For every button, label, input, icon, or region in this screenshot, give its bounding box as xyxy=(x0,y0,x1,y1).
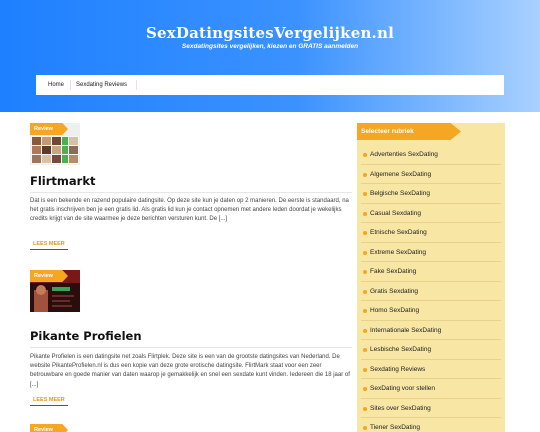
bullet-icon xyxy=(363,289,367,294)
bullet-icon xyxy=(363,231,367,235)
post-title[interactable]: Flirtmarkt xyxy=(30,174,95,188)
bullet-icon xyxy=(363,270,367,274)
bullet-icon xyxy=(363,153,367,157)
bullet-icon xyxy=(363,367,367,372)
sidebar-item-fake-sexdating[interactable]: Fake SexDating xyxy=(357,262,505,282)
nav-divider xyxy=(136,80,137,90)
sidebar-item-homo-sexdating[interactable]: Homo SexDating xyxy=(357,301,505,321)
site-tagline: Sexdatingsites vergelijken, kiezen en GR… xyxy=(181,43,359,50)
sidebar-item-sexdating-reviews[interactable]: Sexdating Reviews xyxy=(357,360,505,379)
nav-item-home[interactable]: Home xyxy=(48,75,64,95)
sidebar-item-advertenties-sexdating[interactable]: Advertenties SexDating xyxy=(357,145,505,165)
site-title[interactable]: SexDatingsitesVergelijken.nl xyxy=(0,24,540,42)
sidebar-item-label: Fake SexDating xyxy=(370,268,417,275)
sidebar-item-label: SexDating voor stellen xyxy=(370,385,436,392)
sidebar-item-label: Sites over SexDating xyxy=(370,404,431,412)
bullet-icon xyxy=(363,309,367,313)
bullet-icon xyxy=(363,348,367,352)
sidebar-item-label: Casual Sexdating xyxy=(370,209,421,217)
sidebar-item-label: Sexdating Reviews xyxy=(370,365,426,373)
sidebar-item-label: Belgische SexDating xyxy=(370,190,430,197)
sidebar-item-tiener-sexdating[interactable]: Tiener SexDating xyxy=(357,418,505,432)
sidebar-item-label: Internationale SexDating xyxy=(370,326,442,334)
review-badge: Review xyxy=(30,424,68,432)
post-excerpt: Pikante Profielen is een datingsite net … xyxy=(30,354,350,388)
bullet-icon xyxy=(363,211,367,216)
post-pikante-profielen: Review Pikante Profielen Pikante Profiel… xyxy=(30,270,352,410)
sidebar-item-extreme-sexdating[interactable]: Extreme SexDating xyxy=(357,243,505,262)
sidebar-item-algemene-sexdating[interactable]: Algemene SexDating xyxy=(357,165,505,184)
sidebar-item-etnische-sexdating[interactable]: Etnische SexDating xyxy=(357,223,505,243)
bullet-icon xyxy=(363,250,367,255)
nav-item-sexdating-reviews[interactable]: Sexdating Reviews xyxy=(76,75,127,95)
bullet-icon xyxy=(363,426,367,430)
category-sidebar: Selecteer rubriek Advertenties SexDating… xyxy=(357,123,505,432)
sidebar-item-label: Gratis Sexdating xyxy=(370,287,419,295)
main-navigation: Home Sexdating Reviews xyxy=(36,75,504,95)
sidebar-item-lesbische-sexdating[interactable]: Lesbische SexDating xyxy=(357,340,505,360)
sidebar-item-sites-over-sexdating[interactable]: Sites over SexDating xyxy=(357,399,505,418)
review-badge: Review xyxy=(30,270,68,282)
bullet-icon xyxy=(363,387,367,391)
post-excerpt: Dat is een bekende en razend populaire d… xyxy=(30,198,349,223)
sidebar-item-label: Algemene SexDating xyxy=(370,170,432,178)
sidebar-item-belgische-sexdating[interactable]: Belgische SexDating xyxy=(357,184,505,204)
bullet-icon xyxy=(363,192,367,196)
bullet-icon xyxy=(363,406,367,411)
sidebar-item-label: Extreme SexDating xyxy=(370,248,426,256)
read-more-button[interactable]: LEES MEER xyxy=(30,395,68,406)
post-divider xyxy=(30,192,352,193)
sidebar-item-label: Lesbische SexDating xyxy=(370,346,432,353)
sidebar-item-label: Homo SexDating xyxy=(370,307,420,314)
read-more-button[interactable]: LEES MEER xyxy=(30,239,68,250)
sidebar-item-sexdating-voor-stellen[interactable]: SexDating voor stellen xyxy=(357,379,505,399)
post-divider xyxy=(30,347,352,348)
sidebar-item-internationale-sexdating[interactable]: Internationale SexDating xyxy=(357,321,505,340)
sidebar-item-label: Etnische SexDating xyxy=(370,229,427,236)
sidebar-item-label: Advertenties SexDating xyxy=(370,151,438,158)
sidebar-heading: Selecteer rubriek xyxy=(357,123,461,140)
site-header: SexDatingsitesVergelijken.nl Sexdatingsi… xyxy=(0,0,540,112)
post-flirtmarkt: Review Flirtmarkt Dat is een bekende en … xyxy=(30,123,352,255)
sidebar-item-label: Tiener SexDating xyxy=(370,424,420,431)
nav-divider xyxy=(70,80,71,90)
bullet-icon xyxy=(363,172,367,177)
sidebar-item-casual-sexdating[interactable]: Casual Sexdating xyxy=(357,204,505,223)
post-partial: Review xyxy=(30,424,352,432)
sidebar-item-gratis-sexdating[interactable]: Gratis Sexdating xyxy=(357,282,505,301)
review-badge: Review xyxy=(30,123,68,135)
bullet-icon xyxy=(363,328,367,333)
post-title[interactable]: Pikante Profielen xyxy=(30,329,142,343)
